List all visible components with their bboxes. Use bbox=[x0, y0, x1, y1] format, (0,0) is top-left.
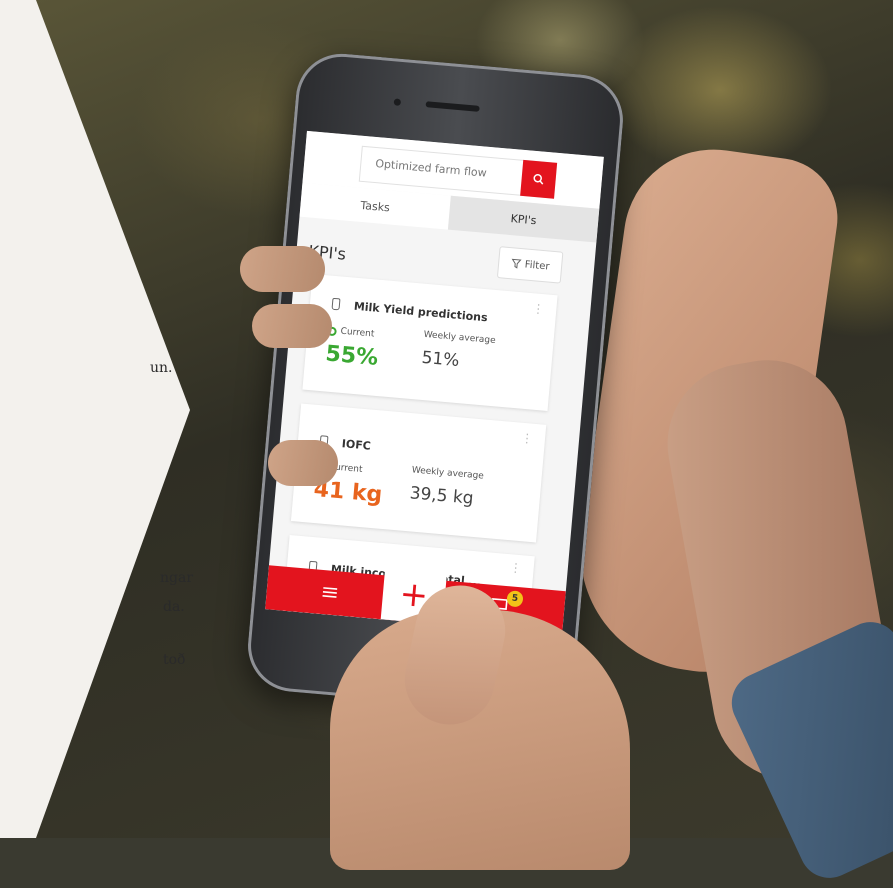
left-finger-1 bbox=[240, 246, 325, 292]
kpi-card-milk-yield[interactable]: Milk Yield predictions ⋮ Current 55% Wee… bbox=[302, 273, 558, 411]
more-options-icon[interactable]: ⋮ bbox=[532, 301, 545, 316]
side-text-line-3: da. bbox=[163, 599, 185, 615]
side-text-line-2: ngar bbox=[160, 570, 194, 586]
left-finger-2 bbox=[252, 304, 332, 348]
filter-label: Filter bbox=[524, 258, 550, 273]
weekly-average-label: Weekly average bbox=[423, 329, 497, 347]
current-value: 55% bbox=[324, 341, 380, 371]
hamburger-icon[interactable] bbox=[322, 585, 339, 600]
card-title: Milk Yield predictions bbox=[353, 299, 489, 325]
more-options-icon[interactable]: ⋮ bbox=[509, 560, 522, 575]
card-title: IOFC bbox=[341, 437, 372, 453]
notification-badge: 5 bbox=[506, 590, 524, 608]
weekly-average-label: Weekly average bbox=[411, 465, 485, 482]
current-label-text: Current bbox=[340, 326, 375, 340]
milk-bottle-icon bbox=[331, 297, 341, 311]
app-screen: Optimized farm flow Tasks KPI's KPI's Fi… bbox=[265, 130, 604, 636]
more-options-icon[interactable]: ⋮ bbox=[520, 431, 533, 446]
search-placeholder: Optimized farm flow bbox=[374, 157, 488, 180]
weekly-average-value: 39,5 kg bbox=[408, 483, 475, 509]
filter-icon bbox=[511, 258, 522, 269]
search-button[interactable] bbox=[520, 159, 558, 199]
filter-button[interactable]: Filter bbox=[496, 246, 564, 284]
left-finger-3 bbox=[268, 440, 338, 486]
weekly-average-value: 51% bbox=[420, 347, 461, 372]
side-text-line-1: un. bbox=[150, 360, 173, 376]
side-text-line-4: toð bbox=[163, 652, 186, 668]
search-icon bbox=[533, 173, 544, 185]
current-label: Current bbox=[327, 325, 375, 340]
